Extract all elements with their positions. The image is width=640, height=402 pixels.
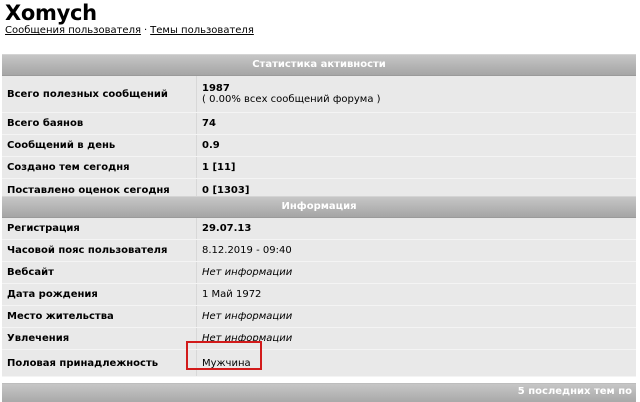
user-posts-link[interactable]: Сообщения пользователя [5,25,141,36]
user-links: Сообщения пользователя · Темы пользователя [5,25,254,36]
hobbies-value: Нет информации [196,328,636,349]
info-row-location: Место жительства Нет информации [2,306,636,328]
bans-label: Всего баянов [7,118,84,129]
info-row-timezone: Часовой пояс пользователя 8.12.2019 - 09… [2,240,636,262]
total-posts-share: ( 0.00% всех сообщений форума ) [202,94,381,105]
recent-topics-header: 5 последних тем по [2,383,636,402]
stat-row-total-posts: Всего полезных сообщений 1987 ( 0.00% вс… [2,76,636,113]
gender-highlight-box [186,341,262,370]
stat-row-posts-per-day: Сообщений в день 0.9 [2,135,636,157]
bans-value: 74 [196,113,636,134]
info-row-website: Вебсайт Нет информации [2,262,636,284]
activity-stats-panel: Статистика активности Всего полезных соо… [2,54,636,202]
recent-topics-title: 5 последних тем по [517,386,632,397]
gender-label: Половая принадлежность [7,357,159,369]
total-posts-value-cell: 1987 ( 0.00% всех сообщений форума ) [196,76,636,112]
info-header: Информация [2,197,636,218]
location-value: Нет информации [196,306,636,327]
posts-per-day-value: 0.9 [196,135,636,156]
timezone-value: 8.12.2019 - 09:40 [196,240,636,261]
hobbies-label: Увлечения [7,333,70,344]
info-panel: Информация Регистрация 29.07.13 Часовой … [2,196,636,377]
website-value: Нет информации [196,262,636,283]
stat-row-bans: Всего баянов 74 [2,113,636,135]
registration-label: Регистрация [7,223,80,234]
total-posts-label: Всего полезных сообщений [7,88,168,100]
birthday-label: Дата рождения [7,289,98,300]
info-row-hobbies: Увлечения Нет информации [2,328,636,350]
gender-value: Мужчина [196,350,636,376]
total-posts-value: 1987 [202,83,230,94]
website-label: Вебсайт [7,267,54,278]
page-title: Xomych [5,1,97,25]
topics-today-label: Создано тем сегодня [7,162,130,173]
user-topics-link[interactable]: Темы пользователя [150,25,254,36]
info-row-birthday: Дата рождения 1 Май 1972 [2,284,636,306]
topics-today-value: 1 [11] [196,157,636,178]
stat-row-topics-today: Создано тем сегодня 1 [11] [2,157,636,179]
link-separator: · [143,25,148,36]
timezone-label: Часовой пояс пользователя [7,245,168,256]
info-row-registration: Регистрация 29.07.13 [2,218,636,240]
birthday-value: 1 Май 1972 [196,284,636,305]
activity-stats-header: Статистика активности [2,55,636,76]
info-row-gender: Половая принадлежность Мужчина [2,350,636,377]
posts-per-day-label: Сообщений в день [7,140,116,151]
location-label: Место жительства [7,311,114,322]
registration-value: 29.07.13 [196,218,636,239]
